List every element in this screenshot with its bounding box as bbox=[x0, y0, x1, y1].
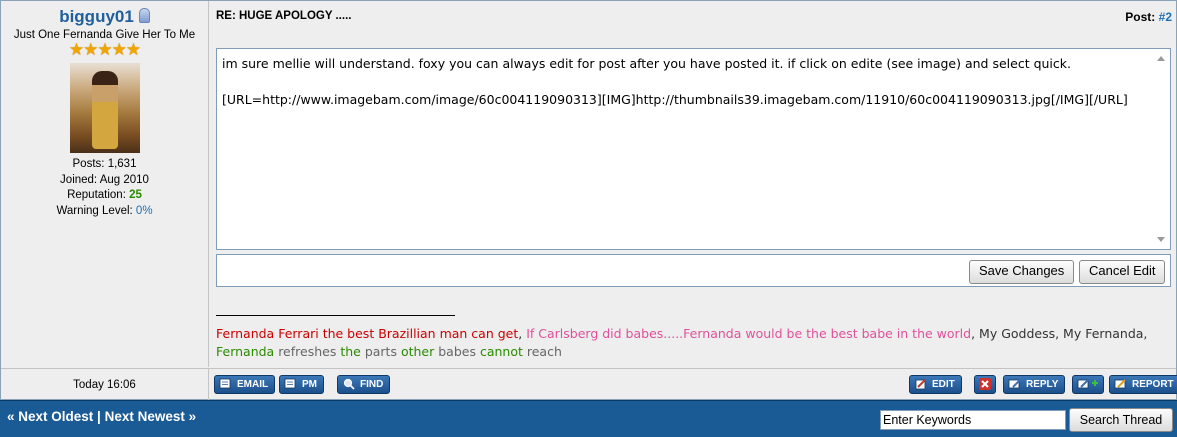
star-icon: ★ bbox=[83, 40, 98, 60]
offline-status-icon bbox=[138, 8, 150, 23]
quote-add-button[interactable] bbox=[1072, 375, 1104, 394]
report-icon bbox=[1114, 379, 1126, 389]
signature-part: the bbox=[340, 344, 361, 359]
reputation-stat: Reputation: 25 bbox=[67, 189, 142, 201]
pm-button[interactable]: PM bbox=[279, 375, 324, 394]
nav-separator: | bbox=[97, 409, 101, 424]
signature: Fernanda Ferrari the best Brazillian man… bbox=[216, 325, 1166, 361]
scroll-down-icon[interactable] bbox=[1157, 237, 1165, 242]
post-footer-row: Today 16:06 EMAIL PM FIND EDIT REPLY REP… bbox=[1, 368, 1177, 400]
signature-part: cannot bbox=[479, 344, 523, 359]
signature-part: refreshes bbox=[274, 344, 341, 359]
report-button[interactable]: REPORT bbox=[1109, 375, 1177, 394]
reputation-value[interactable]: 25 bbox=[129, 189, 142, 201]
signature-divider bbox=[216, 315, 455, 316]
post-body: RE: HUGE APOLOGY ..... Post: #2 im sure … bbox=[209, 1, 1176, 367]
message-icon bbox=[284, 378, 296, 389]
next-newest-link[interactable]: Next Newest » bbox=[105, 409, 197, 424]
signature-part: Fernanda Ferrari the best Brazillian man… bbox=[216, 326, 519, 341]
star-icon: ★ bbox=[111, 40, 127, 60]
next-oldest-link[interactable]: « Next Oldest bbox=[7, 409, 93, 424]
signature-part: babes bbox=[434, 344, 480, 359]
username-row: bigguy01 bbox=[1, 7, 208, 27]
user-info-panel: bigguy01 Just One Fernanda Give Her To M… bbox=[1, 1, 209, 367]
warning-stat: Warning Level: 0% bbox=[56, 204, 153, 217]
scroll-up-icon[interactable] bbox=[1157, 56, 1165, 61]
delete-button[interactable] bbox=[974, 375, 996, 394]
reply-button[interactable]: REPLY bbox=[1003, 375, 1066, 394]
post-number-link[interactable]: #2 bbox=[1159, 10, 1172, 24]
delete-x-icon bbox=[979, 378, 991, 390]
editor-text[interactable]: im sure mellie will understand. foxy you… bbox=[222, 55, 1148, 109]
signature-part: reach bbox=[522, 344, 562, 359]
joined-date: Aug 2010 bbox=[99, 173, 149, 186]
find-button[interactable]: FIND bbox=[337, 375, 391, 394]
joined-stat: Joined: Aug 2010 bbox=[60, 173, 149, 186]
star-icon: ★ bbox=[125, 40, 141, 60]
warning-value[interactable]: 0% bbox=[136, 205, 153, 217]
reply-icon bbox=[1008, 379, 1021, 389]
cancel-edit-button[interactable]: Cancel Edit bbox=[1079, 260, 1166, 284]
magnifier-icon bbox=[343, 378, 355, 390]
user-stats: Posts: 1,631 Joined: Aug 2010 Reputation… bbox=[1, 157, 208, 219]
rank-stars: ★★★★★ bbox=[1, 40, 208, 60]
email-icon bbox=[219, 378, 231, 389]
signature-part: Fernanda bbox=[216, 344, 275, 359]
thread-navigation: « Next Oldest | Next Newest » bbox=[7, 409, 196, 424]
search-thread-button[interactable]: Search Thread bbox=[1069, 408, 1173, 432]
signature-part: If Carlsberg did babes.....Fernanda woul… bbox=[526, 326, 972, 341]
edit-button[interactable]: EDIT bbox=[909, 375, 962, 394]
post-title: RE: HUGE APOLOGY ..... bbox=[216, 10, 352, 22]
signature-part: parts bbox=[360, 344, 401, 359]
edit-buttons-bar: Save Changes Cancel Edit bbox=[216, 254, 1171, 287]
star-icon: ★ bbox=[68, 40, 84, 60]
post-number: Post: #2 bbox=[1125, 10, 1172, 24]
username-link[interactable]: bigguy01 bbox=[59, 7, 134, 26]
edit-pencil-icon bbox=[915, 379, 926, 390]
signature-part: , My Goddess, My Fernanda, bbox=[971, 326, 1148, 341]
multiquote-add-icon bbox=[1077, 379, 1098, 389]
star-icon: ★ bbox=[97, 40, 112, 60]
email-button[interactable]: EMAIL bbox=[214, 375, 276, 394]
search-keywords-input[interactable]: Enter Keywords bbox=[880, 410, 1066, 430]
editor-scrollbar[interactable] bbox=[1153, 49, 1170, 249]
posts-stat: Posts: 1,631 bbox=[72, 158, 137, 170]
post-time: Today 16:06 bbox=[1, 369, 209, 400]
posts-count: 1,631 bbox=[107, 158, 137, 170]
quick-edit-textarea[interactable]: im sure mellie will understand. foxy you… bbox=[216, 48, 1171, 250]
avatar[interactable] bbox=[69, 63, 140, 153]
save-changes-button[interactable]: Save Changes bbox=[969, 260, 1075, 284]
signature-part: other bbox=[400, 344, 435, 359]
thread-footer: « Next Oldest | Next Newest » Enter Keyw… bbox=[0, 400, 1177, 437]
post-container: bigguy01 Just One Fernanda Give Her To M… bbox=[0, 0, 1177, 400]
